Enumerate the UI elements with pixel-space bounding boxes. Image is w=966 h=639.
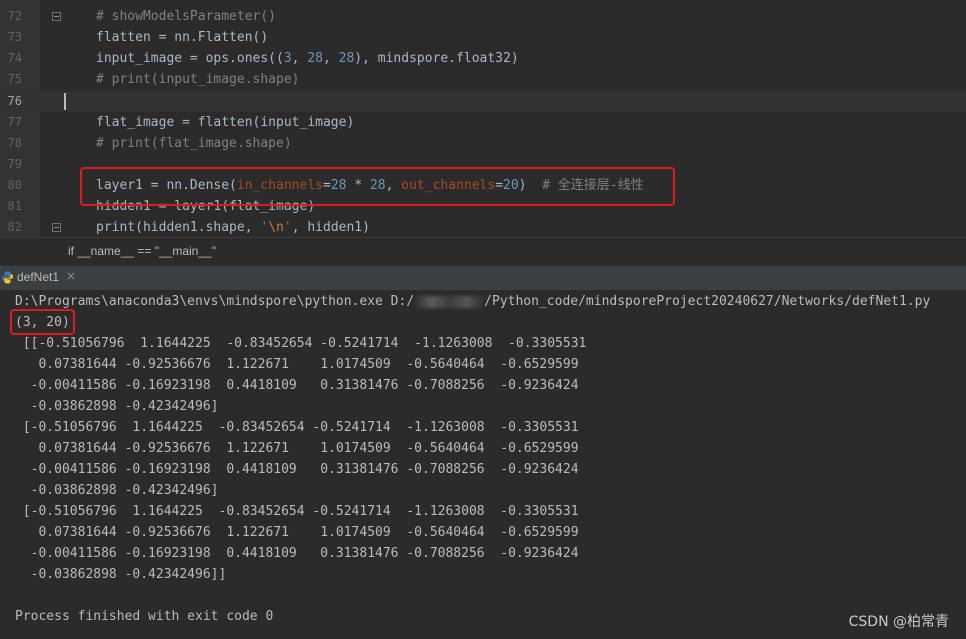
code-text: # showModelsParameter() <box>96 9 277 24</box>
watermark: CSDN @柏常青 <box>848 614 949 630</box>
code-line[interactable]: 82 print(hidden1.shape, '\n', hidden1) <box>0 217 966 238</box>
close-icon[interactable]: × <box>66 269 76 283</box>
code-line[interactable]: 72 # showModelsParameter() <box>0 6 966 27</box>
line-number: 75 <box>7 72 22 86</box>
console-line: [-0.51056796 1.1644225 -0.83452654 -0.52… <box>15 504 579 519</box>
run-tab-label: defNet1 <box>17 270 60 284</box>
console-line: -0.03862898 -0.42342496]] <box>15 567 227 582</box>
highlight-box-dense-layer <box>80 167 675 206</box>
code-line[interactable]: 77 flat_image = flatten(input_image) <box>0 112 966 133</box>
breadcrumb[interactable]: if __name__ == "__main__" <box>0 237 966 266</box>
run-tool-window-tabbar: defNet1 × <box>0 265 966 291</box>
python-icon <box>2 271 13 284</box>
console-exit-line: Process finished with exit code 0 <box>15 609 274 624</box>
line-number: 73 <box>7 30 22 44</box>
run-console-output[interactable]: D:\Programs\anaconda3\envs\mindspore\pyt… <box>0 290 966 639</box>
line-number: 76 <box>7 94 22 108</box>
console-command-line: D:\Programs\anaconda3\envs\mindspore\pyt… <box>15 294 931 309</box>
console-line: 0.07381644 -0.92536676 1.122671 1.017450… <box>15 357 579 372</box>
code-line[interactable]: 74 input_image = ops.ones((3, 28, 28), m… <box>0 48 966 69</box>
console-line: -0.03862898 -0.42342496] <box>15 483 219 498</box>
code-line[interactable]: 75 # print(input_image.shape) <box>0 69 966 90</box>
current-code-line[interactable]: 76 <box>0 91 966 112</box>
code-text: # print(input_image.shape) <box>96 72 300 87</box>
fold-end-icon[interactable] <box>52 223 61 232</box>
code-text: print(hidden1.shape, '\n', hidden1) <box>96 220 370 235</box>
redacted-path <box>414 295 485 308</box>
fold-collapse-icon[interactable] <box>52 12 61 21</box>
line-number: 78 <box>7 136 22 150</box>
line-number: 81 <box>7 199 22 213</box>
code-line[interactable]: 73 flatten = nn.Flatten() <box>0 27 966 48</box>
breadcrumb-item[interactable]: if __name__ == "__main__" <box>68 244 216 258</box>
code-line[interactable]: 78 # print(flat_image.shape) <box>0 133 966 154</box>
console-line: 0.07381644 -0.92536676 1.122671 1.017450… <box>15 441 579 456</box>
line-number: 72 <box>7 9 22 23</box>
console-line: [-0.51056796 1.1644225 -0.83452654 -0.52… <box>15 420 579 435</box>
line-number: 74 <box>7 51 22 65</box>
console-line: -0.03862898 -0.42342496] <box>15 399 219 414</box>
highlight-box-shape-output <box>10 309 75 335</box>
code-editor[interactable]: 72 # showModelsParameter() 73 flatten = … <box>0 0 966 237</box>
line-number: 80 <box>7 178 22 192</box>
text-caret <box>64 93 66 110</box>
console-line: [[-0.51056796 1.1644225 -0.83452654 -0.5… <box>15 336 587 351</box>
line-number: 82 <box>7 220 22 234</box>
console-line: -0.00411586 -0.16923198 0.4418109 0.3138… <box>15 378 579 393</box>
console-line: 0.07381644 -0.92536676 1.122671 1.017450… <box>15 525 579 540</box>
code-text: flatten = nn.Flatten() <box>96 30 269 45</box>
line-number: 79 <box>7 157 22 171</box>
code-text: # print(flat_image.shape) <box>96 136 292 151</box>
console-line: -0.00411586 -0.16923198 0.4418109 0.3138… <box>15 462 579 477</box>
code-text: input_image = ops.ones((3, 28, 28), mind… <box>96 51 519 66</box>
run-tab-defnet1[interactable]: defNet1 × <box>0 266 80 290</box>
line-number: 77 <box>7 115 22 129</box>
code-text: flat_image = flatten(input_image) <box>96 115 355 130</box>
console-line: -0.00411586 -0.16923198 0.4418109 0.3138… <box>15 546 579 561</box>
